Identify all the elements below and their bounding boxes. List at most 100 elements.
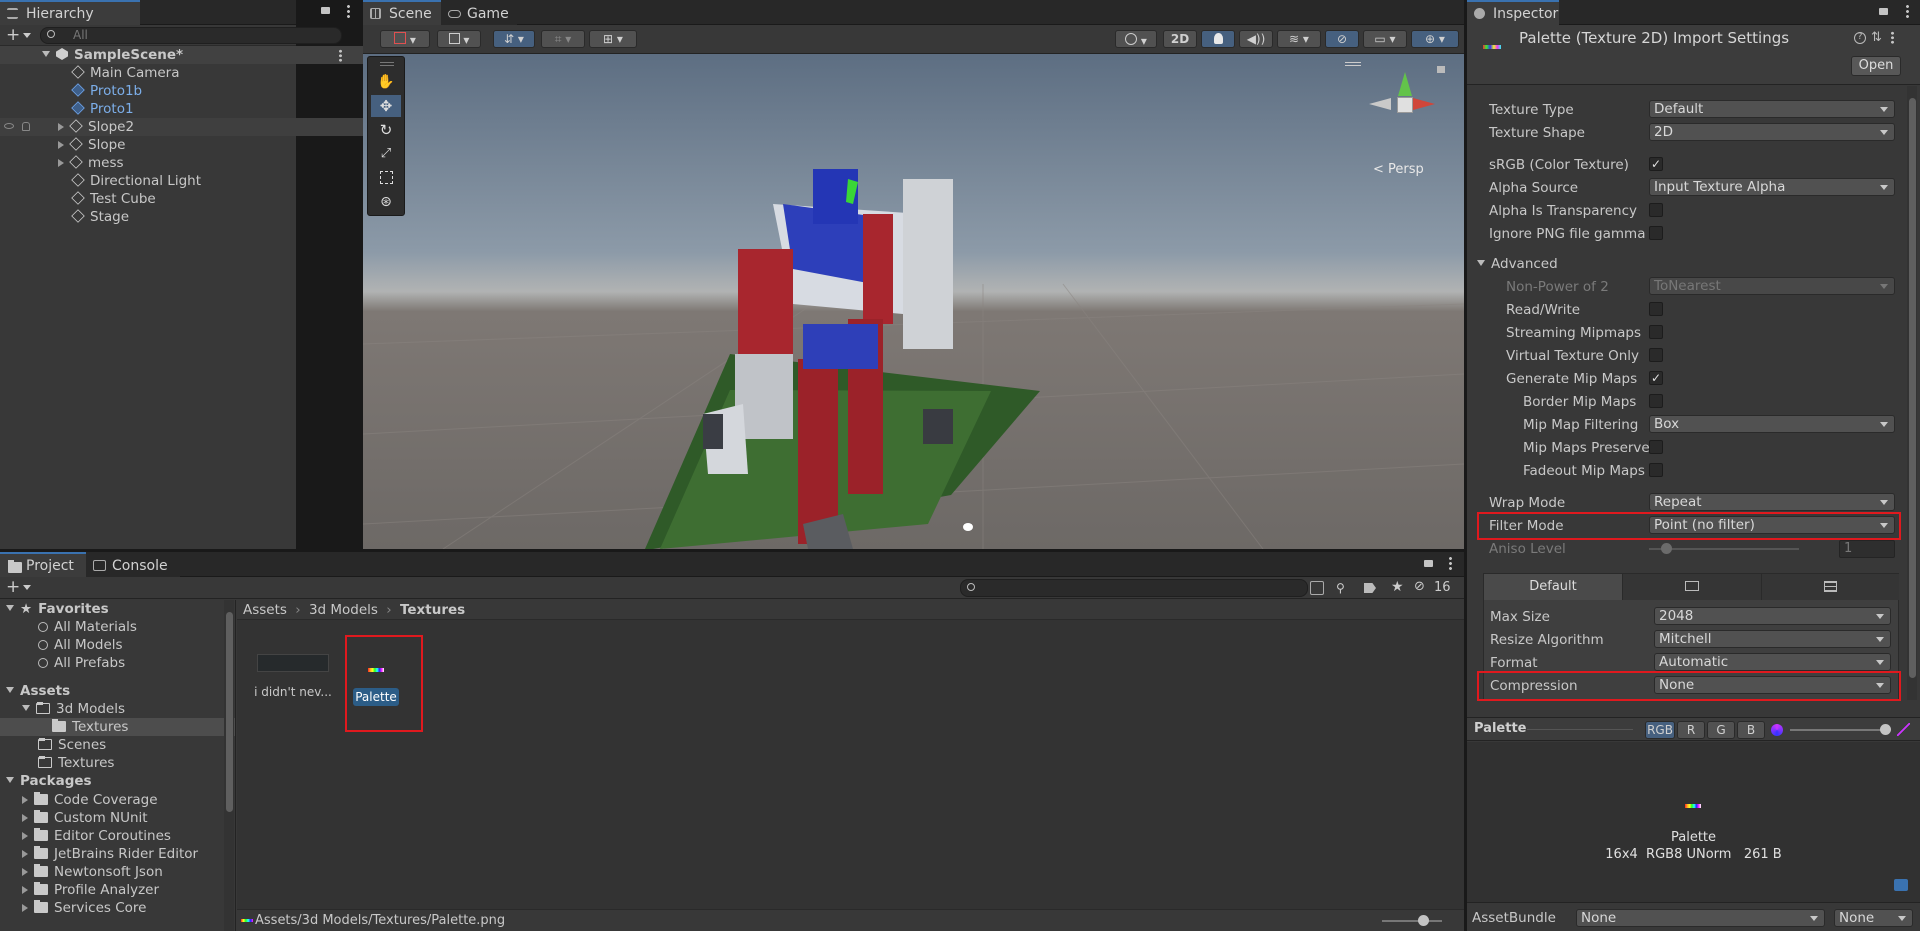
tab-console[interactable]: Console xyxy=(86,552,180,577)
texture-shape-dropdown[interactable]: 2D xyxy=(1649,123,1895,141)
fadeout-mip-maps-checkbox[interactable] xyxy=(1649,463,1663,477)
tab-hierarchy[interactable]: Hierarchy xyxy=(0,0,140,25)
gizmo-x-axis[interactable] xyxy=(1413,98,1435,110)
create-icon[interactable]: + xyxy=(6,578,20,596)
tab-scene[interactable]: Scene xyxy=(363,0,441,25)
favorite-item[interactable]: All Prefabs xyxy=(0,654,235,672)
expand-arrow-icon[interactable] xyxy=(58,123,64,131)
scene-menu-icon[interactable] xyxy=(339,49,342,62)
mip-map-filtering-dropdown[interactable]: Box xyxy=(1649,415,1895,433)
read-write-checkbox[interactable] xyxy=(1649,302,1663,316)
texture-type-dropdown[interactable]: Default xyxy=(1649,100,1895,118)
favorite-item[interactable]: All Models xyxy=(0,636,235,654)
expand-arrow-icon[interactable] xyxy=(22,904,28,912)
increment-snap-button[interactable]: ⊞ ▾ xyxy=(589,30,637,48)
move-snap-button[interactable]: ⇵ ▾ xyxy=(493,30,535,48)
audio-button[interactable]: ◀)) xyxy=(1239,30,1273,48)
toggle-2d-button[interactable]: 2D xyxy=(1163,30,1197,48)
overlay-menu-icon[interactable] xyxy=(1345,62,1361,66)
hierarchy-item-mess[interactable]: mess xyxy=(0,154,366,172)
drag-handle-icon[interactable] xyxy=(380,62,394,66)
folder-textures-selected[interactable]: Textures xyxy=(0,718,235,736)
max-size-dropdown[interactable]: 2048 xyxy=(1654,607,1891,625)
package-item[interactable]: Services Core xyxy=(0,899,235,917)
breadcrumb-item[interactable]: Textures xyxy=(400,602,465,618)
asset-tile[interactable]: i didn't nev... xyxy=(253,640,333,720)
platform-tab-standalone[interactable] xyxy=(1622,574,1761,600)
filter-mode-dropdown[interactable]: Point (no filter) xyxy=(1649,516,1895,534)
kebab-menu-icon[interactable] xyxy=(347,4,350,18)
gizmo-neg-x-axis[interactable] xyxy=(1369,98,1391,110)
render-mode-button[interactable]: ▾ xyxy=(437,30,481,48)
icon-size-slider[interactable] xyxy=(1382,915,1442,926)
resize-algorithm-dropdown[interactable]: Mitchell xyxy=(1654,630,1891,648)
scene-row[interactable]: SampleScene* xyxy=(0,46,366,64)
channel-b-button[interactable]: B xyxy=(1737,721,1765,739)
expand-arrow-icon[interactable] xyxy=(22,868,28,876)
favorites-header[interactable]: ★ Favorites xyxy=(0,600,235,618)
orientation-gizmo[interactable] xyxy=(1365,64,1445,144)
help-icon[interactable]: ? xyxy=(1854,32,1866,44)
expand-arrow-icon[interactable] xyxy=(22,850,28,858)
inspector-scrollbar[interactable] xyxy=(1907,86,1917,700)
expand-arrow-icon[interactable] xyxy=(6,605,14,611)
filter-by-type-icon[interactable]: ⚲ xyxy=(1336,581,1350,595)
alpha-source-dropdown[interactable]: Input Texture Alpha xyxy=(1649,178,1895,196)
gizmo-lock-icon[interactable] xyxy=(1437,66,1445,73)
generate-mip-maps-checkbox[interactable]: ✓ xyxy=(1649,371,1663,385)
kebab-menu-icon[interactable] xyxy=(1906,4,1909,18)
lighting-button[interactable] xyxy=(1201,30,1235,48)
srgb-checkbox[interactable]: ✓ xyxy=(1649,157,1663,171)
draw-mode-button[interactable]: ▾ xyxy=(380,30,430,48)
projection-label[interactable]: < Persp xyxy=(1373,162,1424,177)
lock-icon[interactable] xyxy=(1879,8,1888,15)
scrollbar-thumb[interactable] xyxy=(226,612,233,812)
favorite-item[interactable]: All Materials xyxy=(0,618,235,636)
package-item[interactable]: Newtonsoft Json xyxy=(0,863,235,881)
package-item[interactable]: Profile Analyzer xyxy=(0,881,235,899)
alpha-channel-icon[interactable] xyxy=(1771,724,1783,736)
rect-tool-icon[interactable] xyxy=(371,167,401,189)
expand-arrow-icon[interactable] xyxy=(22,832,28,840)
hierarchy-item-test-cube[interactable]: Test Cube xyxy=(0,190,366,208)
virtual-texture-checkbox[interactable] xyxy=(1649,348,1663,362)
hierarchy-item-proto1[interactable]: Proto1 xyxy=(0,100,366,118)
folder-textures[interactable]: Textures xyxy=(0,754,235,772)
rotate-tool-icon[interactable]: ↻ xyxy=(371,119,401,141)
component-menu-icon[interactable] xyxy=(1891,31,1894,44)
expand-arrow-icon[interactable] xyxy=(22,814,28,822)
search-input[interactable]: All xyxy=(40,27,342,44)
packages-header[interactable]: Packages xyxy=(0,772,235,790)
expand-arrow-icon[interactable] xyxy=(22,796,28,804)
hierarchy-item-stage[interactable]: Stage xyxy=(0,208,366,226)
asset-tile-selected[interactable]: Palette xyxy=(349,640,403,720)
move-tool-icon[interactable]: ✥ xyxy=(371,95,401,117)
chevron-down-icon[interactable] xyxy=(23,585,31,590)
package-item[interactable]: JetBrains Rider Editor xyxy=(0,845,235,863)
chevron-down-icon[interactable] xyxy=(23,33,31,38)
shading-mode-button[interactable]: ▾ xyxy=(1115,30,1157,48)
mip-maps-preserve-checkbox[interactable] xyxy=(1649,440,1663,454)
scene-viewport[interactable]: ✋ ✥ ↻ ⤢ ⊛ < Persp xyxy=(363,54,1464,549)
gizmo-y-axis[interactable] xyxy=(1398,72,1412,96)
label-tag-icon[interactable] xyxy=(1894,879,1908,891)
gizmo-center-cube[interactable] xyxy=(1397,97,1413,113)
platform-tab-webgl[interactable] xyxy=(1761,574,1899,600)
platform-tab-default[interactable]: Default xyxy=(1484,574,1622,600)
tree-scrollbar[interactable] xyxy=(224,600,234,931)
hierarchy-item-slope[interactable]: Slope xyxy=(0,136,366,154)
scrollbar-thumb[interactable] xyxy=(1909,98,1916,678)
expand-arrow-icon[interactable] xyxy=(22,705,30,711)
hidden-objects-button[interactable]: ⊘ xyxy=(1325,30,1359,48)
mip-icon[interactable] xyxy=(1897,723,1910,736)
hierarchy-item-proto1b[interactable]: Proto1b xyxy=(0,82,366,100)
breadcrumb-item[interactable]: Assets xyxy=(243,602,287,618)
breadcrumb-item[interactable]: 3d Models xyxy=(309,602,378,618)
hand-tool-icon[interactable]: ✋ xyxy=(371,71,401,93)
format-dropdown[interactable]: Automatic xyxy=(1654,653,1891,671)
camera-button[interactable]: ▭ ▾ xyxy=(1363,30,1407,48)
streaming-mipmaps-checkbox[interactable] xyxy=(1649,325,1663,339)
package-item[interactable]: Custom NUnit xyxy=(0,809,235,827)
assetbundle-variant-dropdown[interactable]: None xyxy=(1834,909,1913,927)
hierarchy-item-slope2[interactable]: Slope2 xyxy=(0,118,366,136)
